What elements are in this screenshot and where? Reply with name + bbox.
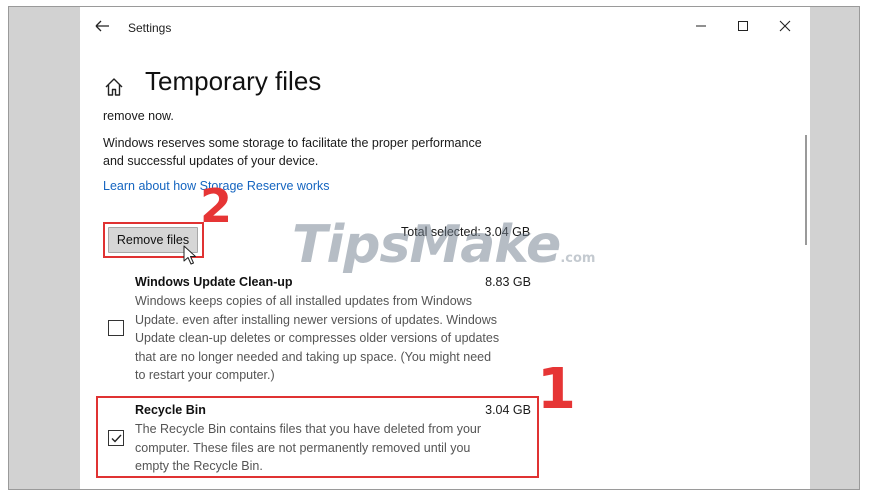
watermark-main-text: TipsMake	[292, 215, 561, 275]
minimize-button[interactable]	[688, 15, 714, 37]
windows-update-cleanup-checkbox[interactable]	[108, 320, 124, 336]
title-bar: Settings	[80, 7, 810, 47]
checkmark-icon	[111, 434, 122, 443]
desc-line: computer. These files are not permanentl…	[135, 440, 471, 455]
desc-line: Update clean-up deletes or compresses ol…	[135, 331, 500, 346]
close-button[interactable]	[772, 15, 798, 37]
recycle-bin-checkbox[interactable]	[108, 430, 124, 446]
recycle-bin-description: The Recycle Bin contains files that you …	[135, 420, 481, 476]
settings-window: Settings Temporary files remove now. Win…	[80, 7, 810, 489]
storage-reserve-link[interactable]: Learn about how Storage Reserve works	[103, 179, 330, 193]
desc-line: The Recycle Bin contains files that you …	[135, 422, 482, 436]
desc-line: empty the Recycle Bin.	[135, 459, 263, 474]
close-icon	[779, 20, 791, 32]
total-selected-text: Total selected: 3.04 GB	[401, 225, 531, 239]
reserve-text-line-1: Windows reserves some storage to facilit…	[103, 136, 482, 150]
maximize-button[interactable]	[730, 15, 756, 37]
page-title: Temporary files	[145, 66, 322, 96]
home-icon	[105, 78, 123, 96]
step-marker-1: 1	[537, 357, 576, 422]
windows-update-cleanup-title: Windows Update Clean-up	[135, 275, 293, 289]
scrollbar-thumb[interactable]	[805, 135, 807, 245]
back-arrow-icon	[95, 20, 109, 32]
minimize-icon	[696, 25, 706, 27]
back-button[interactable]	[92, 16, 112, 36]
window-title: Settings	[128, 21, 172, 35]
mouse-pointer-icon	[183, 245, 196, 265]
watermark-suffix-text: .com	[560, 251, 596, 266]
reserve-text-line-2: and successful updates of your device.	[103, 154, 319, 168]
windows-update-cleanup-description: Windows keeps copies of all installed up…	[135, 292, 499, 385]
intro-text: remove now.	[103, 109, 174, 123]
recycle-bin-size: 3.04 GB	[485, 403, 531, 417]
desc-line: that are no longer needed and taking up …	[135, 349, 492, 364]
watermark-logo: TipsMake.com	[292, 215, 595, 275]
recycle-bin-title: Recycle Bin	[135, 403, 206, 417]
desc-line: Update. even after installing newer vers…	[135, 312, 497, 327]
windows-update-cleanup-size: 8.83 GB	[485, 275, 531, 289]
maximize-icon	[738, 21, 748, 31]
desc-line: to restart your computer.)	[135, 368, 275, 383]
desc-line: Windows keeps copies of all installed up…	[135, 294, 472, 308]
